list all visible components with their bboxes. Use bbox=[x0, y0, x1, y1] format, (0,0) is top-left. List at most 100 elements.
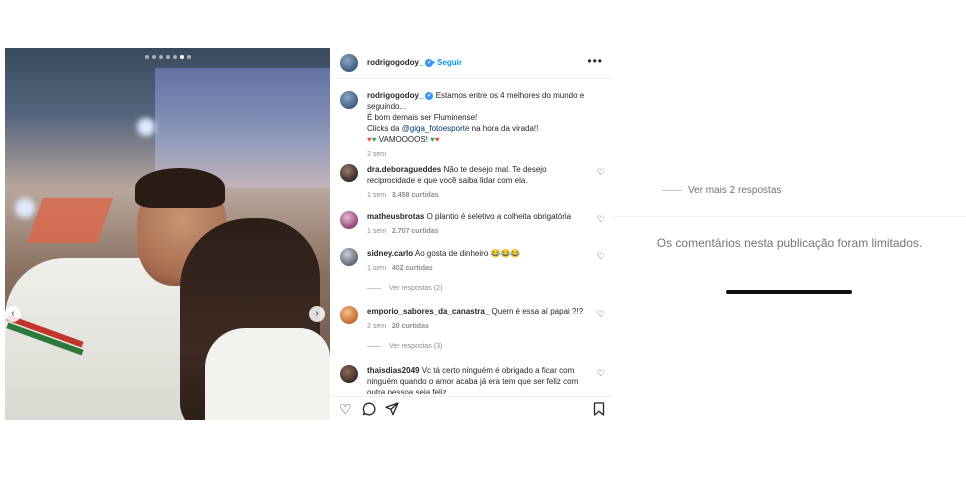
comment-text: O plantio é seletivo a colheita obrigató… bbox=[426, 212, 572, 221]
view-replies-button[interactable]: Ver respostas (2) bbox=[367, 283, 592, 294]
heart-icon[interactable]: ♡ bbox=[597, 309, 605, 320]
man-hair bbox=[135, 168, 225, 208]
comment-item: dra.deboragueddes Não te desejo mal. Te … bbox=[340, 164, 610, 201]
background-light bbox=[137, 118, 155, 136]
replies-divider bbox=[662, 189, 682, 191]
comment-body: matheusbrotas O plantio é seletivo a col… bbox=[367, 211, 592, 237]
caption-line: É bom demais ser Fluminense! bbox=[367, 113, 478, 122]
heart-icon[interactable]: ♡ bbox=[597, 368, 605, 379]
caption-text: rodrigogodoy_ ✓ Estamos entre os 4 melhor… bbox=[367, 90, 605, 160]
carousel-dot bbox=[186, 55, 191, 59]
comment-username[interactable]: thaisdias2049 bbox=[367, 366, 419, 375]
chevron-left-icon: ‹ bbox=[11, 308, 15, 319]
comment-likes[interactable]: 20 curtidas bbox=[392, 323, 429, 330]
carousel-dot bbox=[151, 55, 156, 59]
chevron-right-icon: › bbox=[315, 308, 319, 319]
heart-icon[interactable]: ♡ bbox=[339, 402, 352, 416]
red-heart-emoji-icon: ♥ bbox=[434, 135, 440, 144]
comments-limited-notice: Os comentários nesta publicação foram li… bbox=[656, 236, 923, 250]
heart-icon[interactable]: ♡ bbox=[597, 214, 605, 225]
follow-separator: • bbox=[432, 58, 435, 67]
caption-line: na hora da virada!! bbox=[471, 124, 539, 133]
green-heart-emoji-icon: ♥ bbox=[371, 135, 377, 144]
caption-mention-link[interactable]: @giga_fotoesporte bbox=[402, 124, 470, 133]
carousel-dot bbox=[165, 55, 170, 59]
comment-meta: 1 sem 3.458 curtidas bbox=[367, 190, 592, 201]
post-header: rodrigogodoy_ ✓ • Seguir ••• bbox=[331, 48, 613, 79]
comment-username[interactable]: matheusbrotas bbox=[367, 212, 424, 221]
comment-likes[interactable]: 402 curtidas bbox=[392, 265, 433, 272]
carousel-dot-active bbox=[179, 55, 184, 59]
comment-likes[interactable]: 2.707 curtidas bbox=[392, 228, 439, 235]
comment-body: dra.deboragueddes Não te desejo mal. Te … bbox=[367, 164, 592, 201]
comment-icon[interactable] bbox=[362, 402, 376, 418]
comment-body: sidney.carlo Ao gosta de dinheiro 😂😂😂 1 … bbox=[367, 248, 592, 294]
avatar[interactable] bbox=[340, 306, 358, 324]
mobile-comments-panel: Ver mais 2 respostas Os comentários nest… bbox=[613, 48, 966, 420]
avatar[interactable] bbox=[340, 54, 358, 72]
comments-list[interactable]: rodrigogodoy_ ✓ Estamos entre os 4 melhor… bbox=[331, 84, 613, 394]
home-indicator[interactable] bbox=[726, 290, 852, 294]
divider bbox=[613, 216, 966, 217]
avatar[interactable] bbox=[340, 365, 358, 383]
carousel-prev-button[interactable]: ‹ bbox=[5, 306, 21, 322]
more-options-icon[interactable]: ••• bbox=[587, 54, 603, 68]
replies-divider bbox=[367, 287, 381, 289]
woman-top bbox=[205, 328, 330, 420]
follow-label[interactable]: Seguir bbox=[437, 58, 462, 67]
avatar[interactable] bbox=[340, 211, 358, 229]
comment-time: 1 sem bbox=[367, 192, 387, 199]
comment-item: matheusbrotas O plantio é seletivo a col… bbox=[340, 211, 610, 237]
avatar[interactable] bbox=[340, 91, 358, 109]
heart-icon[interactable]: ♡ bbox=[597, 251, 605, 262]
comment-meta: 2 sem 20 curtidas bbox=[367, 321, 592, 332]
comment-time: 2 sem bbox=[367, 323, 387, 330]
carousel-dot bbox=[144, 55, 149, 59]
comment-body: thaisdias2049 Vc tá certo ninguém é obri… bbox=[367, 365, 592, 394]
caption-time: 2 sem bbox=[367, 151, 387, 158]
caption-username-text[interactable]: rodrigogodoy_ bbox=[367, 91, 423, 100]
share-icon[interactable] bbox=[385, 402, 399, 418]
caption-username[interactable]: rodrigogodoy_ ✓ bbox=[367, 91, 434, 100]
comment-time: 1 sem bbox=[367, 228, 387, 235]
view-replies-label[interactable]: Ver respostas (3) bbox=[389, 343, 442, 350]
caption-line: Clicks da bbox=[367, 124, 400, 133]
caption-line: VAMOOOOS! bbox=[378, 135, 428, 144]
view-replies-button[interactable]: Ver respostas (3) bbox=[367, 341, 592, 352]
see-more-replies-label[interactable]: Ver mais 2 respostas bbox=[688, 185, 781, 196]
follow-button[interactable]: • Seguir bbox=[432, 58, 462, 67]
comment-username[interactable]: sidney.carlo bbox=[367, 249, 413, 258]
comment-item: emporio_sabores_da_canastra_ Quem é essa… bbox=[340, 306, 610, 352]
see-more-replies-button[interactable]: Ver mais 2 respostas bbox=[662, 185, 912, 196]
comment-item: thaisdias2049 Vc tá certo ninguém é obri… bbox=[340, 365, 610, 394]
comment-username[interactable]: dra.deboragueddes bbox=[367, 165, 441, 174]
comment-body: emporio_sabores_da_canastra_ Quem é essa… bbox=[367, 306, 592, 352]
post-panel: rodrigogodoy_ ✓ • Seguir ••• rodrigogodoy… bbox=[331, 48, 613, 420]
post-caption: rodrigogodoy_ ✓ Estamos entre os 4 melhor… bbox=[340, 90, 605, 160]
view-replies-label[interactable]: Ver respostas (2) bbox=[389, 285, 442, 292]
carousel-dot bbox=[158, 55, 163, 59]
comment-meta: 1 sem 2.707 curtidas bbox=[367, 226, 592, 237]
heart-icon[interactable]: ♡ bbox=[597, 167, 605, 178]
post-actions-bar: ♡ bbox=[331, 396, 613, 420]
carousel-next-button[interactable]: › bbox=[309, 306, 325, 322]
post-photo[interactable]: ‹ › bbox=[5, 48, 330, 420]
author-username[interactable]: rodrigogodoy_ ✓ bbox=[367, 58, 434, 67]
background-light bbox=[15, 198, 35, 218]
bookmark-icon[interactable] bbox=[593, 402, 605, 418]
comment-time: 1 sem bbox=[367, 265, 387, 272]
carousel-dots bbox=[5, 55, 330, 59]
replies-divider bbox=[367, 345, 381, 347]
background-red-flag bbox=[26, 198, 114, 243]
avatar[interactable] bbox=[340, 248, 358, 266]
comment-text: Quem é essa aí papai ?!? bbox=[491, 307, 584, 316]
carousel-dot bbox=[172, 55, 177, 59]
comment-username[interactable]: emporio_sabores_da_canastra_ bbox=[367, 307, 489, 316]
verified-badge-icon: ✓ bbox=[425, 91, 434, 100]
comment-item: sidney.carlo Ao gosta de dinheiro 😂😂😂 1 … bbox=[340, 248, 610, 294]
comment-text: Ao gosta de dinheiro 😂😂😂 bbox=[414, 249, 521, 258]
comment-likes[interactable]: 3.458 curtidas bbox=[392, 192, 439, 199]
comment-meta: 1 sem 402 curtidas bbox=[367, 263, 592, 274]
avatar[interactable] bbox=[340, 164, 358, 182]
author-username-text[interactable]: rodrigogodoy_ bbox=[367, 58, 423, 67]
